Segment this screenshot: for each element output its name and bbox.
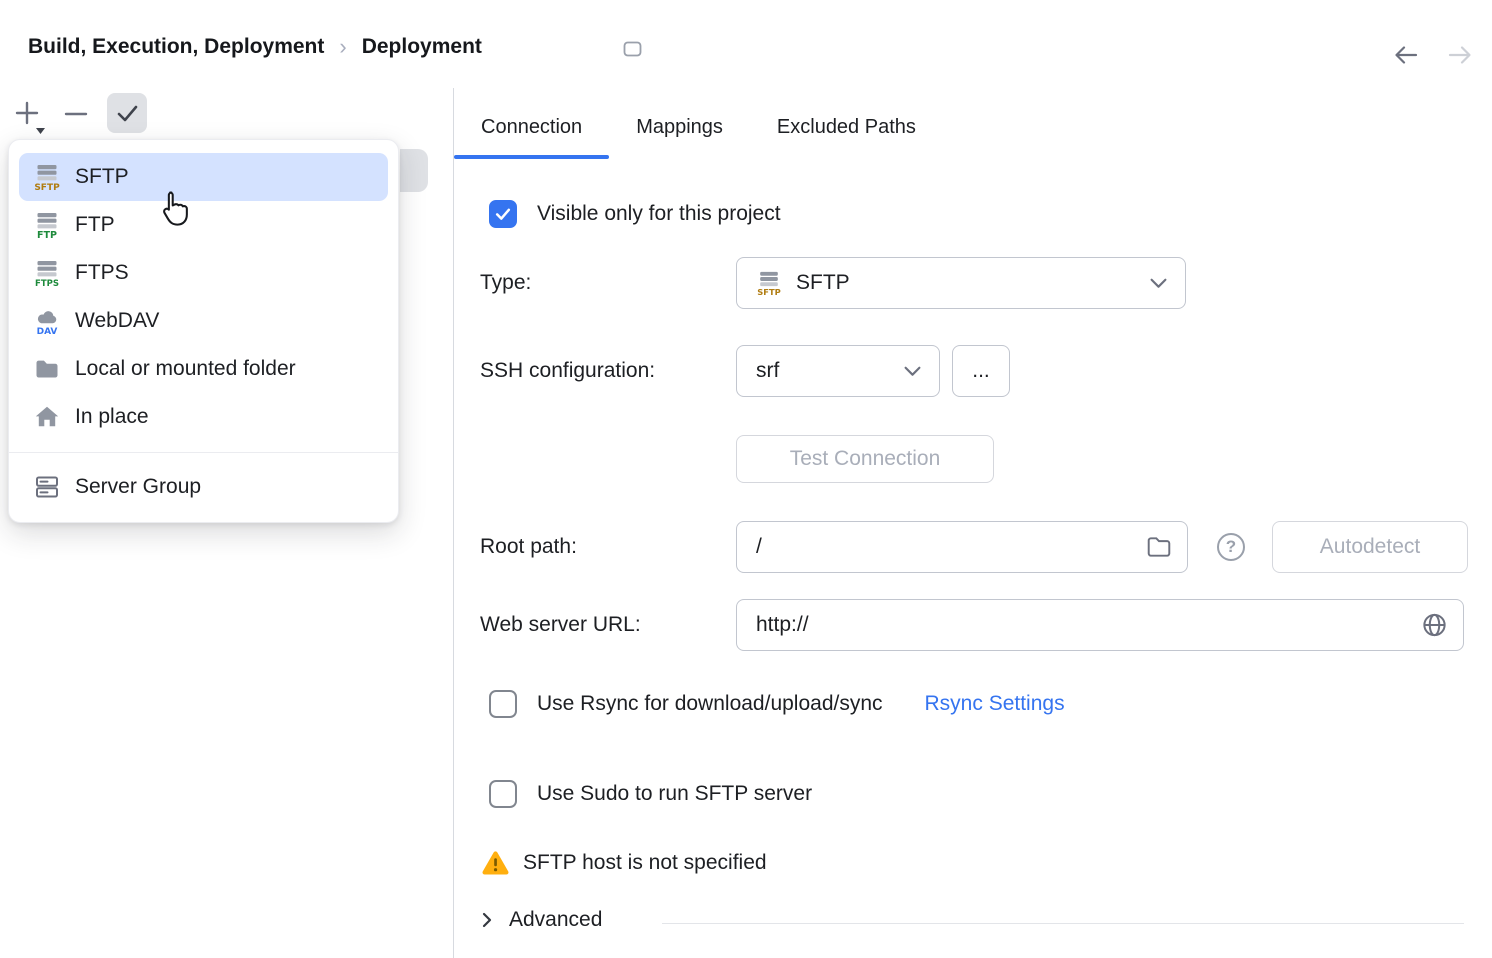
- web-server-url-field: [736, 599, 1464, 651]
- visible-only-checkbox[interactable]: [489, 200, 517, 228]
- tab-label: Connection: [481, 116, 582, 139]
- tab-label: Excluded Paths: [777, 116, 916, 139]
- root-path-label: Root path:: [480, 521, 577, 573]
- advanced-toggle[interactable]: Advanced: [481, 908, 602, 932]
- type-value: SFTP: [796, 271, 850, 295]
- background-list-item-fragment: [400, 149, 428, 192]
- menu-item-ftps[interactable]: FTPS: [19, 249, 388, 297]
- menu-item-in-place[interactable]: In place: [19, 393, 388, 441]
- webdav-server-icon: [33, 307, 61, 335]
- warning-text: SFTP host is not specified: [523, 851, 767, 875]
- globe-icon: [1421, 612, 1448, 639]
- breadcrumb: Build, Execution, Deployment › Deploymen…: [28, 34, 482, 60]
- ssh-browse-button[interactable]: ...: [952, 345, 1010, 397]
- forward-arrow-icon[interactable]: [1444, 40, 1476, 70]
- question-mark-icon: ?: [1226, 537, 1236, 557]
- menu-item-local-folder[interactable]: Local or mounted folder: [19, 345, 388, 393]
- advanced-label: Advanced: [509, 908, 602, 932]
- chevron-down-icon: [904, 366, 921, 377]
- browse-folder-button[interactable]: [1146, 535, 1172, 559]
- apply-button[interactable]: [107, 93, 147, 133]
- checkmark-icon: [113, 99, 141, 127]
- server-group-icon: [33, 473, 61, 501]
- ftps-server-icon: [33, 259, 61, 287]
- pane-divider: [453, 88, 454, 958]
- root-path-field: [736, 521, 1188, 573]
- web-server-url-label: Web server URL:: [480, 599, 641, 651]
- menu-item-label: FTPS: [75, 261, 129, 285]
- menu-item-label: Local or mounted folder: [75, 357, 296, 381]
- check-icon: [493, 204, 513, 224]
- menu-item-label: WebDAV: [75, 309, 159, 333]
- back-arrow-icon[interactable]: [1390, 40, 1422, 70]
- test-connection-button[interactable]: Test Connection: [736, 435, 994, 483]
- breadcrumb-current: Deployment: [362, 35, 482, 59]
- tab-label: Mappings: [636, 116, 723, 139]
- menu-item-label: SFTP: [75, 165, 129, 189]
- menu-separator: [9, 452, 398, 453]
- root-path-help-button[interactable]: ?: [1217, 533, 1245, 561]
- breadcrumb-separator-icon: ›: [339, 34, 346, 60]
- warning-icon: [481, 850, 510, 876]
- folder-icon: [33, 355, 61, 383]
- chevron-right-icon: [481, 911, 493, 929]
- tab-bar: Connection Mappings Excluded Paths: [454, 96, 943, 159]
- rsync-settings-link[interactable]: Rsync Settings: [925, 692, 1065, 716]
- menu-item-webdav[interactable]: WebDAV: [19, 297, 388, 345]
- home-icon: [33, 403, 61, 431]
- sudo-row: Use Sudo to run SFTP server: [489, 779, 812, 809]
- autodetect-button[interactable]: Autodetect: [1272, 521, 1468, 573]
- server-type-popup: SFTP FTP FTPS WebDAV Local or mounted fo…: [8, 139, 399, 523]
- ftp-server-icon: [33, 211, 61, 239]
- advanced-divider: [662, 923, 1464, 924]
- rsync-checkbox[interactable]: [489, 690, 517, 718]
- add-server-button[interactable]: [8, 94, 48, 136]
- root-path-input[interactable]: [736, 521, 1188, 573]
- tab-excluded-paths[interactable]: Excluded Paths: [750, 96, 943, 159]
- menu-item-label: In place: [75, 405, 149, 429]
- sudo-label: Use Sudo to run SFTP server: [537, 782, 812, 806]
- web-server-url-input[interactable]: [736, 599, 1464, 651]
- menu-item-label: Server Group: [75, 475, 201, 499]
- ssh-configuration-value: srf: [756, 359, 779, 383]
- sftp-server-icon: [756, 270, 782, 296]
- chevron-down-icon: [1150, 278, 1167, 289]
- ssh-configuration-label: SSH configuration:: [480, 345, 655, 397]
- warning-row: SFTP host is not specified: [481, 850, 767, 876]
- settings-window: Build, Execution, Deployment › Deploymen…: [0, 0, 1492, 958]
- hand-cursor-icon: [158, 190, 190, 226]
- sudo-checkbox[interactable]: [489, 780, 517, 808]
- rsync-label: Use Rsync for download/upload/sync: [537, 692, 883, 716]
- visible-only-row: Visible only for this project: [489, 199, 781, 229]
- menu-item-server-group[interactable]: Server Group: [19, 463, 388, 511]
- type-label: Type:: [480, 257, 531, 309]
- settings-page-icon[interactable]: [623, 41, 642, 58]
- sftp-server-icon: [33, 163, 61, 191]
- tab-connection[interactable]: Connection: [454, 96, 609, 159]
- tab-mappings[interactable]: Mappings: [609, 96, 750, 159]
- menu-item-ftp[interactable]: FTP: [19, 201, 388, 249]
- menu-item-label: FTP: [75, 213, 115, 237]
- folder-icon: [1146, 535, 1172, 559]
- visible-only-label: Visible only for this project: [537, 202, 781, 226]
- type-dropdown[interactable]: SFTP: [736, 257, 1186, 309]
- ssh-configuration-dropdown[interactable]: srf: [736, 345, 940, 397]
- breadcrumb-root[interactable]: Build, Execution, Deployment: [28, 35, 324, 59]
- menu-item-sftp[interactable]: SFTP: [19, 153, 388, 201]
- remove-server-button[interactable]: [56, 94, 96, 134]
- rsync-row: Use Rsync for download/upload/sync Rsync…: [489, 689, 1065, 719]
